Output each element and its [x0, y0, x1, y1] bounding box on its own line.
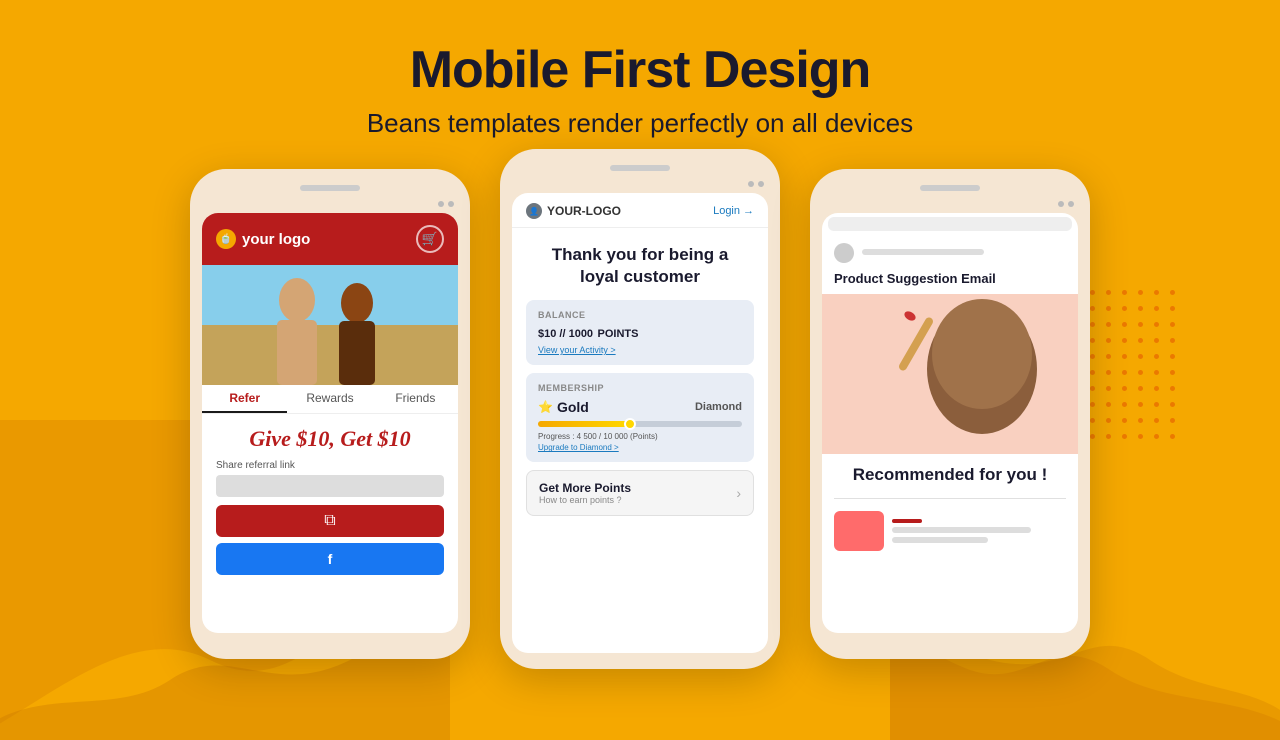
p1-logo-icon: 🍵 — [216, 229, 236, 249]
p3-product-lines — [892, 511, 1066, 551]
p1-share-label: Share referral link — [202, 460, 458, 475]
p2-view-activity-link[interactable]: View your Activity > — [538, 345, 742, 355]
phone-camera-3 — [822, 201, 1078, 207]
p2-membership-row: ⭐ Gold Diamond — [538, 399, 742, 415]
p2-points-info: Get More Points How to earn points ? — [539, 481, 631, 505]
p3-title-line1 — [862, 249, 984, 255]
p2-balance-points: POINTS — [598, 328, 639, 340]
p2-tier-current: Gold — [557, 399, 589, 415]
chevron-right-icon: › — [736, 485, 741, 501]
camera-dot-4 — [758, 181, 764, 187]
p2-points-title: Get More Points — [539, 481, 631, 495]
tab-friends[interactable]: Friends — [373, 391, 458, 413]
phone-camera-1 — [202, 201, 458, 207]
p3-avatar — [834, 243, 854, 263]
main-title: Mobile First Design — [0, 40, 1280, 100]
p3-product-thumb-row — [822, 505, 1078, 557]
p2-points-card[interactable]: Get More Points How to earn points ? › — [526, 470, 754, 516]
p2-logo-area: 👤 YOUR-LOGO — [526, 203, 621, 219]
p2-balance-value: $10 // 1000 — [538, 328, 593, 340]
camera-dot-1 — [438, 201, 444, 207]
p2-progress-dot — [624, 418, 636, 430]
phones-container: 🍵 your logo 🛒 R — [0, 169, 1280, 669]
p2-progress-text: Progress : 4 500 / 10 000 (Points) — [538, 432, 742, 441]
p2-login-link[interactable]: Login → — [713, 205, 754, 217]
facebook-icon: f — [328, 551, 333, 567]
camera-dot-5 — [1058, 201, 1064, 207]
p1-logo: 🍵 your logo — [216, 229, 310, 249]
p2-gold-tier: ⭐ Gold — [538, 399, 589, 415]
p2-login-text: Login — [713, 205, 740, 217]
gold-star-icon: ⭐ — [538, 400, 553, 414]
p3-product-thumbnail — [834, 511, 884, 551]
p2-balance-amount: $10 // 1000 POINTS — [538, 324, 742, 342]
p2-logo-text: YOUR-LOGO — [547, 204, 621, 218]
phone-product-suggestion: Product Suggestion Email Recommended for… — [810, 169, 1090, 659]
p2-balance-label: BALANCE — [538, 310, 742, 320]
p2-topbar: 👤 YOUR-LOGO Login → — [512, 193, 768, 228]
p1-hero-image — [202, 265, 458, 385]
p2-progress-bar-bg — [538, 421, 742, 427]
p2-points-sub: How to earn points ? — [539, 495, 631, 505]
p1-tabs: Refer Rewards Friends — [202, 385, 458, 414]
p2-login-arrow-icon: → — [743, 205, 754, 217]
phone2-screen: 👤 YOUR-LOGO Login → Thank you for being … — [512, 193, 768, 653]
p2-progress-bar-fill — [538, 421, 630, 427]
p3-divider — [834, 498, 1066, 499]
header-section: Mobile First Design Beans templates rend… — [0, 0, 1280, 139]
p1-logo-text: your logo — [242, 231, 310, 248]
p3-product-line-1 — [892, 527, 1031, 533]
p3-title-lines — [862, 249, 1066, 258]
p3-email-subject: Product Suggestion Email — [822, 271, 1078, 294]
phone-referral: 🍵 your logo 🛒 R — [190, 169, 470, 659]
p2-balance-card: BALANCE $10 // 1000 POINTS View your Act… — [526, 300, 754, 365]
camera-dot-6 — [1068, 201, 1074, 207]
p3-red-accent-line — [892, 519, 922, 523]
p1-header: 🍵 your logo 🛒 — [202, 213, 458, 265]
p1-cart-button[interactable]: 🛒 — [416, 225, 444, 253]
subtitle: Beans templates render perfectly on all … — [0, 108, 1280, 139]
tab-rewards[interactable]: Rewards — [287, 391, 372, 413]
p2-logo-icon: 👤 — [526, 203, 542, 219]
p1-copy-button[interactable]: ⧉ — [216, 505, 444, 537]
p1-give-text: Give $10, Get $10 — [202, 414, 458, 460]
p1-facebook-button[interactable]: f — [216, 543, 444, 575]
p3-address-bar — [828, 217, 1072, 231]
p1-link-input[interactable] — [216, 475, 444, 497]
camera-dot-3 — [748, 181, 754, 187]
p2-thank-you-text: Thank you for being a loyal customer — [512, 228, 768, 300]
phone-loyalty: 👤 YOUR-LOGO Login → Thank you for being … — [500, 149, 780, 669]
phone3-screen: Product Suggestion Email Recommended for… — [822, 213, 1078, 633]
phone-camera-2 — [512, 181, 768, 187]
p2-tier-next: Diamond — [695, 401, 742, 413]
tab-refer[interactable]: Refer — [202, 391, 287, 413]
copy-icon: ⧉ — [324, 512, 335, 530]
p3-product-line-2 — [892, 537, 988, 543]
p2-membership-card: MEMBERSHIP ⭐ Gold Diamond Progress : 4 5… — [526, 373, 754, 462]
p3-title-row — [822, 237, 1078, 271]
p3-product-image — [822, 294, 1078, 454]
p2-upgrade-link[interactable]: Upgrade to Diamond > — [538, 443, 742, 452]
phone1-screen: 🍵 your logo 🛒 R — [202, 213, 458, 633]
p3-recommended-text: Recommended for you ! — [822, 454, 1078, 492]
camera-dot-2 — [448, 201, 454, 207]
p2-membership-label: MEMBERSHIP — [538, 383, 742, 393]
